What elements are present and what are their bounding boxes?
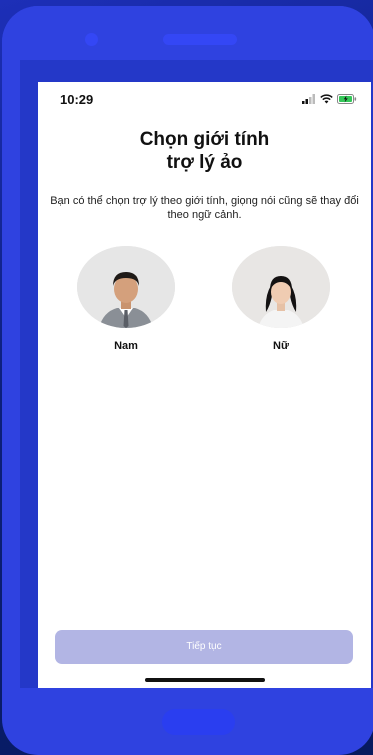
female-avatar[interactable]	[232, 246, 330, 328]
continue-button[interactable]: Tiếp tục	[55, 630, 353, 664]
page-title-line-1: Chọn giới tính	[139, 129, 270, 150]
female-portrait-image	[232, 246, 330, 328]
front-camera	[85, 33, 98, 46]
status-time: 10:29	[60, 92, 94, 107]
page-title: Chọn giới tính trợ lý ảo	[38, 128, 371, 174]
home-button[interactable]	[162, 709, 235, 735]
wifi-icon	[320, 94, 333, 104]
page-subtitle: Bạn có thể chọn trợ lý theo giới tính, g…	[50, 195, 359, 221]
app-screen: 10:29 Chọn giới tính trợ lý ảo Bạn có th…	[38, 82, 371, 688]
status-bar: 10:29	[38, 82, 371, 116]
option-female[interactable]: Nữ	[231, 246, 331, 352]
male-portrait-image	[77, 246, 175, 328]
option-female-label: Nữ	[273, 340, 289, 352]
option-male[interactable]: Nam	[76, 246, 176, 352]
status-icons	[302, 93, 357, 105]
option-male-label: Nam	[114, 340, 138, 352]
male-avatar[interactable]	[77, 246, 175, 328]
cellular-signal-icon	[302, 94, 315, 104]
earpiece-speaker	[163, 34, 237, 45]
home-indicator[interactable]	[145, 678, 265, 682]
battery-charging-icon	[337, 94, 357, 104]
page-title-line-2: trợ lý ảo	[166, 152, 243, 173]
